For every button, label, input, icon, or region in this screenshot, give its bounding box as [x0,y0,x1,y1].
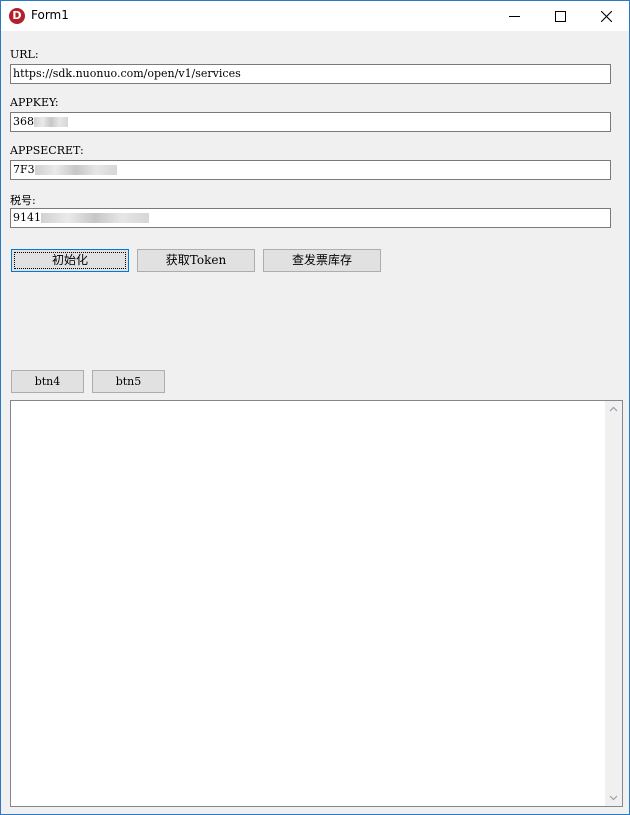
appkey-input[interactable]: 368 [10,112,611,132]
scroll-down-arrow-icon[interactable] [605,789,622,806]
get-token-button[interactable]: 获取Token [137,249,255,272]
close-button[interactable] [583,1,629,31]
btn5-button-label: btn5 [115,375,142,388]
maximize-button[interactable] [537,1,583,31]
query-invoice-stock-button-label: 查发票库存 [291,253,352,267]
minimize-button[interactable] [491,1,537,31]
btn4-button-label: btn4 [34,375,61,388]
url-input[interactable]: https://sdk.nuonuo.com/open/v1/services [10,64,611,84]
btn4-button[interactable]: btn4 [11,370,84,393]
vertical-scrollbar[interactable] [605,401,622,806]
focus-ring [14,252,126,269]
query-invoice-stock-button[interactable]: 查发票库存 [263,249,381,272]
appsecret-value: 7F3 [13,163,35,176]
appkey-label: APPKEY: [10,96,59,109]
redacted-blur [41,213,149,223]
title-bar[interactable]: D Form1 [1,1,629,31]
form1-window: D Form1 URL: https://sdk.nuonuo.com/open… [0,0,630,815]
redacted-blur [34,165,117,175]
btn5-button[interactable]: btn5 [92,370,165,393]
output-memo[interactable] [10,400,623,807]
maximize-icon [555,11,566,22]
appkey-value: 368 [13,115,34,128]
appsecret-input[interactable]: 7F3 [10,160,611,180]
appsecret-label: APPSECRET: [10,144,84,157]
window-title: Form1 [31,8,69,22]
delphi-d-icon[interactable]: D [9,8,25,24]
close-icon [601,11,612,22]
get-token-button-label: 获取Token [165,253,227,267]
taxno-value: 9141 [13,211,41,224]
redacted-blur [34,117,68,127]
taxno-input[interactable]: 9141 [10,208,611,228]
scroll-up-arrow-icon[interactable] [605,401,622,418]
taxno-label: 税号: [10,194,36,207]
url-label: URL: [10,48,39,61]
init-button[interactable]: 初始化 [11,249,129,272]
minimize-icon [509,16,520,17]
url-value: https://sdk.nuonuo.com/open/v1/services [13,67,241,80]
